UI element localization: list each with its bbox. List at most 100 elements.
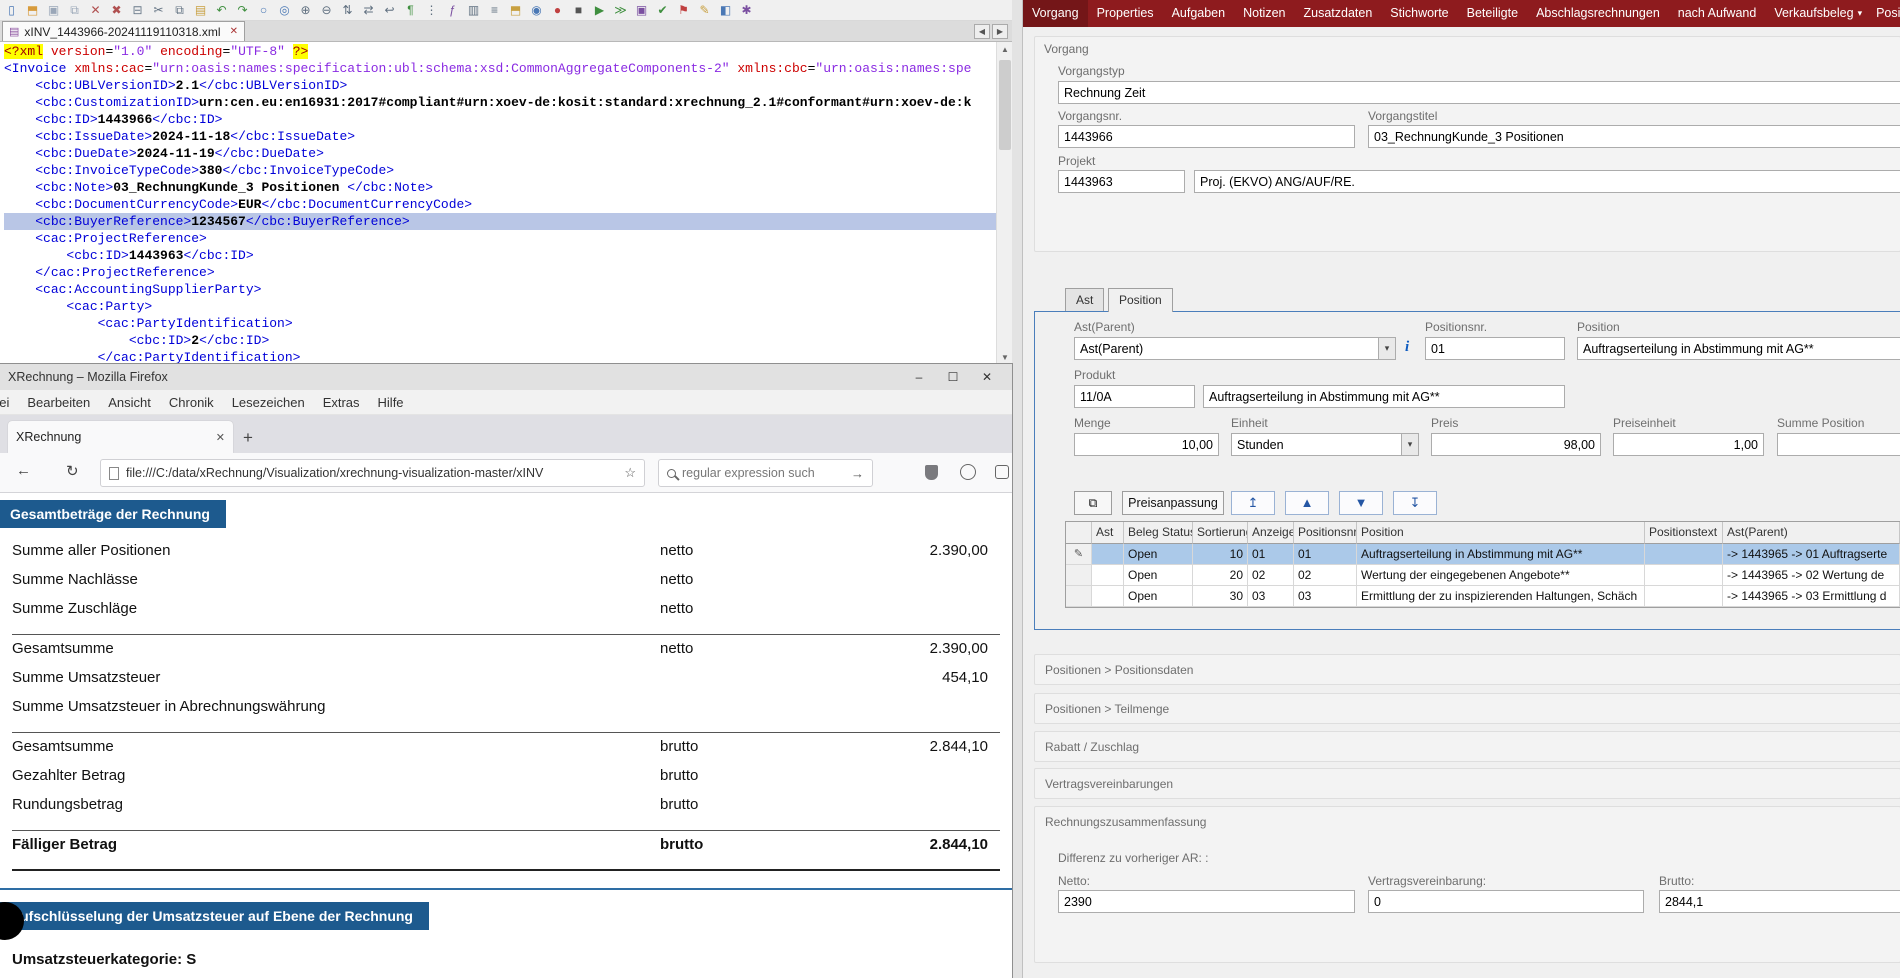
plugin-flag-icon[interactable]: ⚑	[674, 2, 693, 19]
xml-line[interactable]: <cbc:Note>03_RechnungKunde_3 Positionen …	[4, 179, 996, 196]
grid-cell[interactable]	[1645, 565, 1723, 586]
preisanpassung-button[interactable]: Preisanpassung	[1122, 491, 1224, 515]
xml-line[interactable]: <cbc:IssueDate>2024-11-18</cbc:IssueDate…	[4, 128, 996, 145]
open-file-icon[interactable]: ⬒	[23, 2, 42, 19]
editor-file-tab[interactable]: ▤ xINV_1443966-20241119110318.xml ✕	[2, 21, 245, 41]
move-up-button[interactable]: ▲	[1285, 491, 1329, 515]
save-all-icon[interactable]: ⧉	[65, 2, 84, 19]
move-down-button[interactable]: ▼	[1339, 491, 1383, 515]
header-tab-verkaufsbeleg[interactable]: Verkaufsbeleg	[1765, 0, 1862, 27]
word-wrap-icon[interactable]: ↩	[380, 2, 399, 19]
dropdown-caret-icon[interactable]: ▾	[1858, 8, 1868, 19]
grid-cell[interactable]: Open	[1124, 586, 1193, 607]
show-all-chars-icon[interactable]: ¶	[401, 2, 420, 19]
vorgangstyp-field[interactable]	[1058, 81, 1900, 104]
row-header[interactable]	[1066, 586, 1092, 607]
replace-icon[interactable]: ◎	[275, 2, 294, 19]
xml-line[interactable]: <cbc:BuyerReference>1234567</cbc:BuyerRe…	[4, 213, 996, 230]
header-tab-beteiligte[interactable]: Beteiligte	[1458, 0, 1527, 27]
tab-close-icon[interactable]: ✕	[216, 431, 225, 444]
scrollbar-thumb[interactable]	[999, 60, 1011, 150]
xml-line[interactable]: <cac:AccountingSupplierParty>	[4, 281, 996, 298]
row-header[interactable]	[1066, 565, 1092, 586]
close-all-icon[interactable]: ✖	[107, 2, 126, 19]
grid-cell[interactable]: Wertung der eingegebenen Angebote**	[1357, 565, 1645, 586]
undo-icon[interactable]: ↶	[212, 2, 231, 19]
find-icon[interactable]: ○	[254, 2, 273, 19]
macro-save-icon[interactable]: ▣	[632, 2, 651, 19]
grid-cell[interactable]	[1092, 544, 1124, 565]
xml-line[interactable]: <cac:ProjectReference>	[4, 230, 996, 247]
produkt-nr-field[interactable]	[1074, 385, 1195, 408]
grid-cell[interactable]: -> 1443965 -> 02 Wertung de	[1723, 565, 1900, 586]
reload-button[interactable]: ↻	[66, 462, 79, 480]
preiseinheit-field[interactable]	[1613, 433, 1764, 456]
tab-scroll-right-icon[interactable]: ▶	[992, 24, 1008, 39]
header-tab-nach-aufwand[interactable]: nach Aufwand	[1669, 0, 1766, 27]
cut-icon[interactable]: ✂	[149, 2, 168, 19]
menu-datei[interactable]: Datei	[0, 395, 18, 410]
grid-cell[interactable]	[1645, 586, 1723, 607]
save-icon[interactable]: ▣	[44, 2, 63, 19]
macro-record-icon[interactable]: ●	[548, 2, 567, 19]
folder-workspace-icon[interactable]: ⬒	[506, 2, 525, 19]
grid-cell[interactable]: 02	[1294, 565, 1357, 586]
grid-row[interactable]: Open300303Ermittlung der zu inspizierend…	[1066, 586, 1900, 607]
grid-cell[interactable]: Open	[1124, 544, 1193, 565]
xml-line[interactable]: <cbc:ID>2</cbc:ID>	[4, 332, 996, 349]
editor-scrollbar[interactable]: ▲ ▼	[996, 42, 1012, 366]
xml-line[interactable]: <cac:PartyIdentification>	[4, 315, 996, 332]
zoom-out-icon[interactable]: ⊖	[317, 2, 336, 19]
section-positionen-teilmenge[interactable]: Positionen > Teilmenge	[1034, 693, 1900, 724]
header-tab-aufgaben[interactable]: Aufgaben	[1163, 0, 1235, 27]
scroll-up-icon[interactable]: ▲	[997, 42, 1013, 58]
summe-position-field[interactable]	[1777, 433, 1900, 456]
grid-cell[interactable]: Open	[1124, 565, 1193, 586]
move-top-button[interactable]: ↥	[1231, 491, 1275, 515]
vertragsvereinbarung-field[interactable]	[1368, 890, 1644, 913]
copy-icon[interactable]: ⧉	[170, 2, 189, 19]
netto-field[interactable]	[1058, 890, 1355, 913]
brutto-field[interactable]	[1659, 890, 1900, 913]
chevron-down-icon[interactable]: ▾	[1378, 338, 1395, 359]
einheit-select[interactable]: Stunden ▾	[1231, 433, 1419, 456]
menu-chronik[interactable]: Chronik	[160, 395, 223, 410]
sync-horizontal-icon[interactable]: ⇄	[359, 2, 378, 19]
section-vertragsvereinbarungen[interactable]: Vertragsvereinbarungen	[1034, 768, 1900, 799]
preis-field[interactable]	[1431, 433, 1601, 456]
zoom-in-icon[interactable]: ⊕	[296, 2, 315, 19]
header-tab-notizen[interactable]: Notizen	[1234, 0, 1294, 27]
function-list-icon[interactable]: ƒ	[443, 2, 462, 19]
grid-cell[interactable]: -> 1443965 -> 03 Ermittlung d	[1723, 586, 1900, 607]
redo-icon[interactable]: ↷	[233, 2, 252, 19]
ast-parent-select[interactable]: Ast(Parent) ▾	[1074, 337, 1396, 360]
vorgangsnr-field[interactable]	[1058, 125, 1355, 148]
monitoring-icon[interactable]: ◉	[527, 2, 546, 19]
grid-cell[interactable]	[1645, 544, 1723, 565]
projekt-nr-field[interactable]	[1058, 170, 1185, 193]
indent-guide-icon[interactable]: ⋮	[422, 2, 441, 19]
grid-cell[interactable]: -> 1443965 -> 01 Auftragserte	[1723, 544, 1900, 565]
plugin-pencil-icon[interactable]: ✎	[695, 2, 714, 19]
back-button[interactable]: ←	[16, 462, 31, 479]
xml-line[interactable]: <cbc:ID>1443963</cbc:ID>	[4, 247, 996, 264]
macro-run-multiple-icon[interactable]: ≫	[611, 2, 630, 19]
menu-hilfe[interactable]: Hilfe	[369, 395, 413, 410]
xml-line[interactable]: <cbc:UBLVersionID>2.1</cbc:UBLVersionID>	[4, 77, 996, 94]
xml-line[interactable]: <cbc:ID>1443966</cbc:ID>	[4, 111, 996, 128]
search-bar[interactable]: regular expression such →	[658, 459, 873, 487]
grid-cell[interactable]	[1092, 565, 1124, 586]
grid-cell[interactable]	[1092, 586, 1124, 607]
section-positionen-positionsdaten[interactable]: Positionen > Positionsdaten	[1034, 654, 1900, 685]
menu-bearbeiten[interactable]: Bearbeiten	[18, 395, 99, 410]
xml-line[interactable]: <?xml version="1.0" encoding="UTF-8" ?>	[4, 43, 996, 60]
search-input[interactable]: regular expression such	[682, 466, 845, 480]
tab-position[interactable]: Position	[1108, 288, 1173, 312]
shield-icon[interactable]	[925, 465, 938, 480]
grid-row[interactable]: ✎Open100101Auftragserteilung in Abstimmu…	[1066, 544, 1900, 565]
info-icon[interactable]: i	[1405, 339, 1409, 356]
grid-cell[interactable]: Auftragserteilung in Abstimmung mit AG**	[1357, 544, 1645, 565]
grid-cell[interactable]: 03	[1294, 586, 1357, 607]
copy-row-button[interactable]: ⧉	[1074, 491, 1112, 515]
search-go-icon[interactable]: →	[851, 466, 864, 481]
